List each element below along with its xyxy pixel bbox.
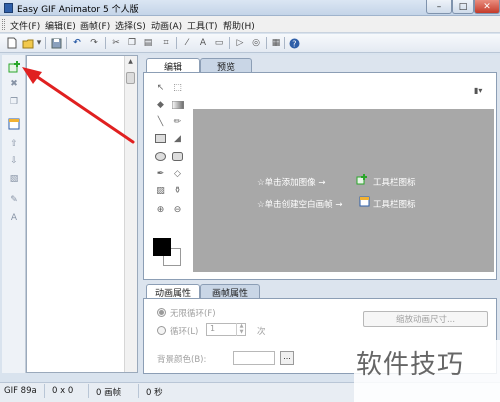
status-separator <box>44 384 45 398</box>
rect-select-icon[interactable]: ⬚ <box>171 81 184 94</box>
frame-list-scrollbar[interactable] <box>124 56 137 372</box>
toolbar-separator <box>284 37 285 49</box>
zoom-in-icon[interactable]: ⊕ <box>154 203 167 216</box>
background-color-browse-button[interactable]: ... <box>280 351 294 365</box>
eraser-icon[interactable]: ◇ <box>171 167 184 180</box>
status-duration: 0 秒 <box>146 388 163 398</box>
menu-edit[interactable]: 编辑(E) <box>45 19 76 32</box>
toolbar-separator <box>176 37 177 49</box>
fill-bucket-icon[interactable]: ◆ <box>154 98 167 111</box>
magic-wand-icon[interactable]: ⁄ <box>181 37 193 49</box>
toolbar-separator <box>66 37 67 49</box>
toolbar-icon-label: 工具栏图标 <box>373 178 416 188</box>
delete-frame-icon[interactable]: ✖ <box>7 77 21 91</box>
preview-browser-icon[interactable]: ◎ <box>250 37 262 49</box>
paste-icon[interactable]: ▤ <box>142 37 154 49</box>
image-canvas[interactable] <box>193 109 494 272</box>
move-down-icon[interactable]: ⇩ <box>7 154 21 168</box>
hint-add-image: ☆单击添加图像 → <box>257 178 326 188</box>
menu-select[interactable]: 选择(S) <box>115 19 146 32</box>
help-icon[interactable]: ? <box>288 37 300 49</box>
loop-count-spinner[interactable]: ▲ ▼ <box>236 323 246 336</box>
status-separator <box>88 384 89 398</box>
rounded-rect-icon[interactable] <box>171 150 184 163</box>
toolbar-separator <box>105 37 106 49</box>
add-image-icon <box>356 174 367 185</box>
open-folder-icon[interactable] <box>22 37 34 49</box>
frame-list[interactable] <box>26 55 138 373</box>
background-color-field[interactable] <box>233 351 275 365</box>
toolbar-separator <box>45 37 46 49</box>
close-button[interactable]: ✕ <box>474 0 500 14</box>
duplicate-frame-icon[interactable]: ❐ <box>7 95 21 109</box>
cut-icon[interactable]: ✂ <box>110 37 122 49</box>
menu-grip <box>2 19 5 30</box>
brush-icon[interactable]: ◢ <box>171 132 184 145</box>
save-icon[interactable] <box>50 37 62 49</box>
maximize-button[interactable]: □ <box>452 0 474 14</box>
zoom-dropdown[interactable]: ▮▾ <box>474 86 490 98</box>
scroll-up-icon[interactable]: ▲ <box>126 58 135 68</box>
new-file-icon[interactable] <box>6 37 18 49</box>
ellipse-icon[interactable] <box>154 150 167 163</box>
infinite-loop-label: 无限循环(F) <box>170 309 216 319</box>
rectangle-icon[interactable] <box>154 132 167 145</box>
play-icon[interactable]: ▷ <box>234 37 246 49</box>
window-title: Easy GIF Animator 5 个人版 <box>17 5 139 15</box>
toolbar-separator <box>266 37 267 49</box>
zoom-out-icon[interactable]: ⊖ <box>171 203 184 216</box>
menu-help[interactable]: 帮助(H) <box>223 19 255 32</box>
minimize-button[interactable]: – <box>426 0 452 14</box>
toolbar-icon-label: 工具栏图标 <box>373 200 416 210</box>
status-frames: 0 画帧 <box>96 388 122 398</box>
resize-animation-button[interactable]: 缩放动画尺寸... <box>363 311 488 327</box>
tab-edit[interactable]: 编辑 <box>146 58 200 73</box>
text-icon[interactable]: A <box>197 37 209 49</box>
add-image-icon[interactable] <box>7 59 21 73</box>
menu-frame[interactable]: 画帧(F) <box>80 19 110 32</box>
menu-animation[interactable]: 动画(A) <box>151 19 182 32</box>
banner-icon[interactable]: ▭ <box>213 37 225 49</box>
toolbar-separator <box>229 37 230 49</box>
redo-icon[interactable]: ↷ <box>88 37 100 49</box>
hint-add-blank-frame: ☆单击创建空白画帧 → <box>257 200 343 210</box>
effects-icon[interactable]: ✎ <box>7 193 21 207</box>
transparency-icon[interactable]: ▨ <box>154 184 167 197</box>
status-size: 0 x 0 <box>52 386 74 396</box>
status-separator <box>138 384 139 398</box>
optimize-icon[interactable]: ▦ <box>270 37 282 49</box>
times-label: 次 <box>257 327 266 337</box>
tab-preview[interactable]: 预览 <box>200 58 252 73</box>
scrollbar-thumb[interactable] <box>126 72 135 84</box>
copy-icon[interactable]: ❐ <box>126 37 138 49</box>
svg-text:?: ? <box>292 39 296 48</box>
watermark-text: 软件技巧 <box>356 350 465 380</box>
add-blank-frame-icon[interactable] <box>7 116 21 130</box>
foreground-color-swatch[interactable] <box>153 238 171 256</box>
tab-frame-properties[interactable]: 画帧属性 <box>200 284 260 299</box>
pencil-icon[interactable]: ✏ <box>171 115 184 128</box>
spray-icon[interactable]: ⚱ <box>171 184 184 197</box>
pointer-icon[interactable]: ↖ <box>154 81 167 94</box>
open-dropdown-icon[interactable]: ▾ <box>36 37 42 49</box>
gradient-icon[interactable] <box>171 98 184 111</box>
menu-file[interactable]: 文件(F) <box>10 19 40 32</box>
add-blank-frame-icon <box>359 196 370 207</box>
line-icon[interactable]: ╲ <box>154 115 167 128</box>
transition-icon[interactable]: ▧ <box>7 172 21 186</box>
menu-tools[interactable]: 工具(T) <box>187 19 218 32</box>
insert-text-icon[interactable]: A <box>7 211 21 225</box>
loop-radio[interactable] <box>157 326 166 335</box>
infinite-loop-radio[interactable] <box>157 308 166 317</box>
loop-label: 循环(L) <box>170 327 199 337</box>
undo-icon[interactable]: ↶ <box>71 37 83 49</box>
background-color-label: 背景颜色(B): <box>157 355 207 365</box>
app-icon <box>4 3 13 13</box>
move-up-icon[interactable]: ⇧ <box>7 137 21 151</box>
eyedropper-icon[interactable]: ✒ <box>154 167 167 180</box>
tab-animation-properties[interactable]: 动画属性 <box>146 284 200 299</box>
status-format: GIF 89a <box>4 386 37 396</box>
crop-icon[interactable]: ⌗ <box>160 37 172 49</box>
